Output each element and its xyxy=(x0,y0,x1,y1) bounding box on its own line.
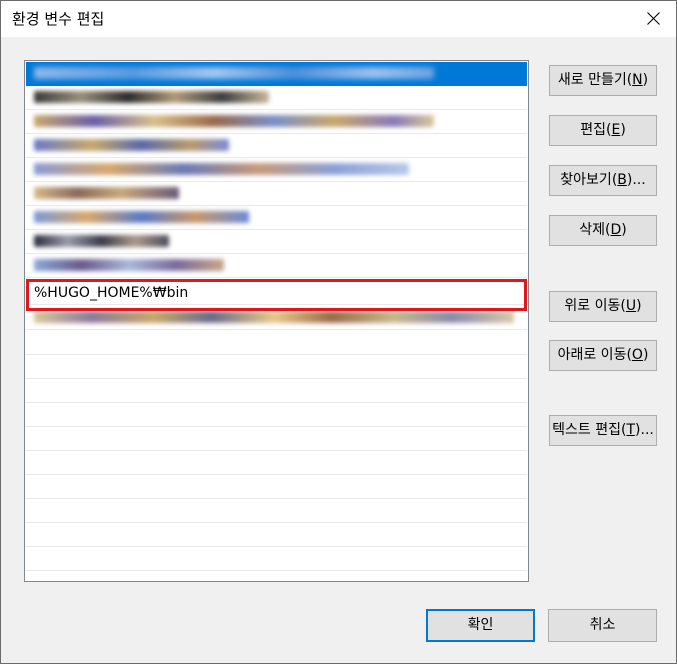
move-up-button[interactable]: 위로 이동(U) xyxy=(549,291,657,322)
close-icon xyxy=(647,12,660,25)
new-button[interactable]: 새로 만들기(N) xyxy=(549,65,657,96)
list-item-empty[interactable] xyxy=(26,475,527,499)
list-item[interactable] xyxy=(26,134,527,158)
redacted-text xyxy=(34,67,434,79)
list-item[interactable] xyxy=(26,230,527,254)
list-item[interactable] xyxy=(26,182,527,206)
move-down-button[interactable]: 아래로 이동(O) xyxy=(549,340,657,371)
redacted-text xyxy=(34,115,434,127)
redacted-text xyxy=(34,91,269,103)
delete-button[interactable]: 삭제(D) xyxy=(549,215,657,246)
redacted-text xyxy=(34,139,229,151)
dialog-title: 환경 변수 편집 xyxy=(12,10,105,28)
list-item[interactable] xyxy=(26,254,527,278)
list-item[interactable] xyxy=(26,86,527,110)
list-item-empty[interactable] xyxy=(26,451,527,475)
list-item[interactable] xyxy=(26,158,527,182)
list-item[interactable] xyxy=(26,206,527,230)
title-bar: 환경 변수 편집 xyxy=(1,1,676,37)
list-item-empty[interactable] xyxy=(26,355,527,379)
redacted-text xyxy=(34,211,249,223)
edit-environment-variable-dialog: 환경 변수 편집 %HUGO_HOME%₩bin 새로 만들기(N) 편집(E)… xyxy=(0,0,677,664)
cancel-button[interactable]: 취소 xyxy=(548,609,657,642)
list-item[interactable] xyxy=(26,62,527,86)
redacted-text xyxy=(34,163,409,175)
list-item-empty[interactable] xyxy=(26,547,527,571)
redacted-text xyxy=(34,187,179,199)
list-item-empty[interactable] xyxy=(26,379,527,403)
list-item-empty[interactable] xyxy=(26,499,527,523)
list-item-empty[interactable] xyxy=(26,331,527,355)
list-item[interactable] xyxy=(26,110,527,134)
ok-button[interactable]: 확인 xyxy=(426,609,535,642)
redacted-text xyxy=(34,259,224,271)
close-button[interactable] xyxy=(630,1,676,37)
edit-button[interactable]: 편집(E) xyxy=(549,115,657,146)
list-item-empty[interactable] xyxy=(26,427,527,451)
list-item-empty[interactable] xyxy=(26,403,527,427)
redacted-text xyxy=(34,235,169,247)
highlight-annotation-frame xyxy=(26,279,527,311)
edit-text-button[interactable]: 텍스트 편집(T)... xyxy=(549,415,657,446)
redacted-text xyxy=(34,311,514,323)
browse-button[interactable]: 찾아보기(B)... xyxy=(549,165,657,196)
path-list[interactable]: %HUGO_HOME%₩bin xyxy=(24,60,529,582)
list-item-empty[interactable] xyxy=(26,523,527,547)
